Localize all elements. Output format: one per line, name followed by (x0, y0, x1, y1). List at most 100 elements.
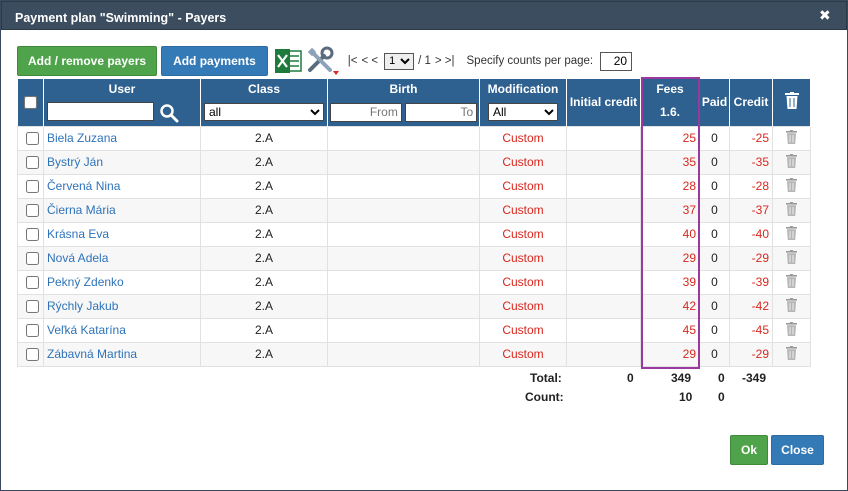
tools-icon[interactable] (306, 46, 340, 76)
row-select-cell (17, 317, 44, 343)
row-checkbox[interactable] (26, 300, 39, 314)
delete-cell (772, 269, 811, 295)
fees-cell[interactable]: 39 (640, 269, 700, 295)
user-link[interactable]: Pekný Zdenko (47, 275, 124, 289)
user-link[interactable]: Zábavná Martina (47, 347, 137, 361)
pager-prev-link[interactable]: < < (361, 55, 378, 67)
birth-to-input[interactable] (405, 102, 478, 122)
trash-icon[interactable] (786, 177, 797, 192)
table-row[interactable]: Veľká Katarína 2.A Custom 45 0 -45 (17, 317, 811, 343)
table-row[interactable]: Nová Adela 2.A Custom 29 0 -29 (17, 245, 811, 271)
user-link[interactable]: Čierna Mária (47, 203, 116, 217)
add-remove-payers-button[interactable]: Add / remove payers (17, 46, 158, 76)
initial-credit-cell (566, 173, 641, 199)
user-link[interactable]: Krásna Eva (47, 227, 109, 241)
col-header-user[interactable]: User (43, 79, 201, 99)
row-select-cell (17, 197, 44, 223)
col-header-delete (772, 79, 811, 126)
select-all-checkbox[interactable] (23, 96, 37, 110)
initial-credit-cell (566, 293, 641, 319)
trash-icon[interactable] (786, 153, 797, 168)
user-link[interactable]: Rýchly Jakub (47, 299, 118, 313)
row-checkbox[interactable] (26, 276, 39, 290)
col-header-fees[interactable]: Fees (640, 79, 700, 99)
row-checkbox[interactable] (26, 348, 39, 362)
fees-cell[interactable]: 37 (640, 197, 700, 223)
fees-cell[interactable]: 42 (640, 293, 700, 319)
page-count: / 1 (418, 55, 431, 67)
fees-cell[interactable]: 40 (640, 221, 700, 247)
user-link[interactable]: Bystrý Ján (47, 155, 103, 169)
table-row[interactable]: Bystrý Ján 2.A Custom 35 0 -35 (17, 149, 811, 175)
fees-cell[interactable]: 35 (640, 149, 700, 175)
row-checkbox[interactable] (26, 228, 39, 242)
close-icon[interactable]: ✖ (819, 8, 833, 22)
close-button[interactable]: Close (771, 435, 824, 465)
trash-icon[interactable] (786, 345, 797, 360)
table-row[interactable]: Biela Zuzana 2.A Custom 25 0 -25 (17, 125, 811, 151)
row-select-cell (17, 125, 44, 151)
table-row[interactable]: Pekný Zdenko 2.A Custom 39 0 -39 (17, 269, 811, 295)
col-header-birth[interactable]: Birth (327, 79, 480, 99)
user-filter-input[interactable] (47, 101, 154, 121)
excel-icon[interactable] (274, 48, 302, 74)
ok-button[interactable]: Ok (730, 435, 768, 465)
row-select-cell (17, 221, 44, 247)
col-header-initial-credit[interactable]: Initial credit (566, 79, 641, 126)
credit-cell: -39 (729, 269, 773, 295)
total-paid: 0 (718, 371, 725, 385)
user-cell: Rýchly Jakub (43, 293, 201, 319)
row-checkbox[interactable] (26, 132, 39, 146)
search-icon[interactable] (159, 103, 179, 123)
col-header-credit[interactable]: Credit (729, 79, 773, 126)
table-row[interactable]: Zábavná Martina 2.A Custom 29 0 -29 (17, 341, 811, 367)
modification-cell: Custom (479, 221, 567, 247)
table-row[interactable]: Červená Nina 2.A Custom 28 0 -28 (17, 173, 811, 199)
delete-cell (772, 317, 811, 343)
pager-next-link[interactable]: > >| (435, 55, 455, 67)
user-link[interactable]: Nová Adela (47, 251, 108, 265)
birth-from-input[interactable] (329, 102, 402, 122)
modification-cell: Custom (479, 317, 567, 343)
col-header-modification[interactable]: Modification (479, 79, 567, 99)
user-link[interactable]: Červená Nina (47, 179, 120, 193)
fees-cell[interactable]: 45 (640, 317, 700, 343)
trash-icon[interactable] (786, 273, 797, 288)
dialog-titlebar: Payment plan "Swimming" - Payers ✖ (1, 1, 847, 30)
row-checkbox[interactable] (26, 324, 39, 338)
trash-icon[interactable] (786, 225, 797, 240)
class-cell: 2.A (200, 173, 328, 199)
row-checkbox[interactable] (26, 252, 39, 266)
row-checkbox[interactable] (26, 180, 39, 194)
user-cell: Krásna Eva (43, 221, 201, 247)
per-page-input[interactable] (600, 51, 633, 71)
fees-cell[interactable]: 28 (640, 173, 700, 199)
user-link[interactable]: Veľká Katarína (47, 323, 126, 337)
trash-icon[interactable] (786, 201, 797, 216)
col-header-class[interactable]: Class (200, 79, 328, 99)
fees-cell[interactable]: 25 (640, 125, 700, 151)
class-cell: 2.A (200, 125, 328, 151)
col-header-paid[interactable]: Paid (699, 79, 730, 126)
table-row[interactable]: Krásna Eva 2.A Custom 40 0 -40 (17, 221, 811, 247)
trash-icon[interactable] (786, 297, 797, 312)
user-link[interactable]: Biela Zuzana (47, 131, 117, 145)
table-row[interactable]: Rýchly Jakub 2.A Custom 42 0 -42 (17, 293, 811, 319)
trash-icon[interactable] (786, 249, 797, 264)
fees-cell[interactable]: 29 (640, 245, 700, 271)
table-row[interactable]: Čierna Mária 2.A Custom 37 0 -37 (17, 197, 811, 223)
modification-filter-select[interactable]: All (488, 103, 558, 122)
trash-icon[interactable] (786, 129, 797, 144)
trash-icon[interactable] (784, 92, 799, 110)
row-checkbox[interactable] (26, 156, 39, 170)
fees-cell[interactable]: 29 (640, 341, 700, 367)
add-payments-button[interactable]: Add payments (161, 46, 268, 76)
birth-cell (327, 173, 480, 199)
class-filter-select[interactable]: all (204, 103, 324, 122)
page-select[interactable]: 1 (384, 52, 415, 70)
trash-icon[interactable] (786, 321, 797, 336)
delete-cell (772, 125, 811, 151)
row-checkbox[interactable] (26, 204, 39, 218)
paid-cell: 0 (699, 173, 730, 199)
pager-first-link[interactable]: |< (348, 55, 358, 67)
